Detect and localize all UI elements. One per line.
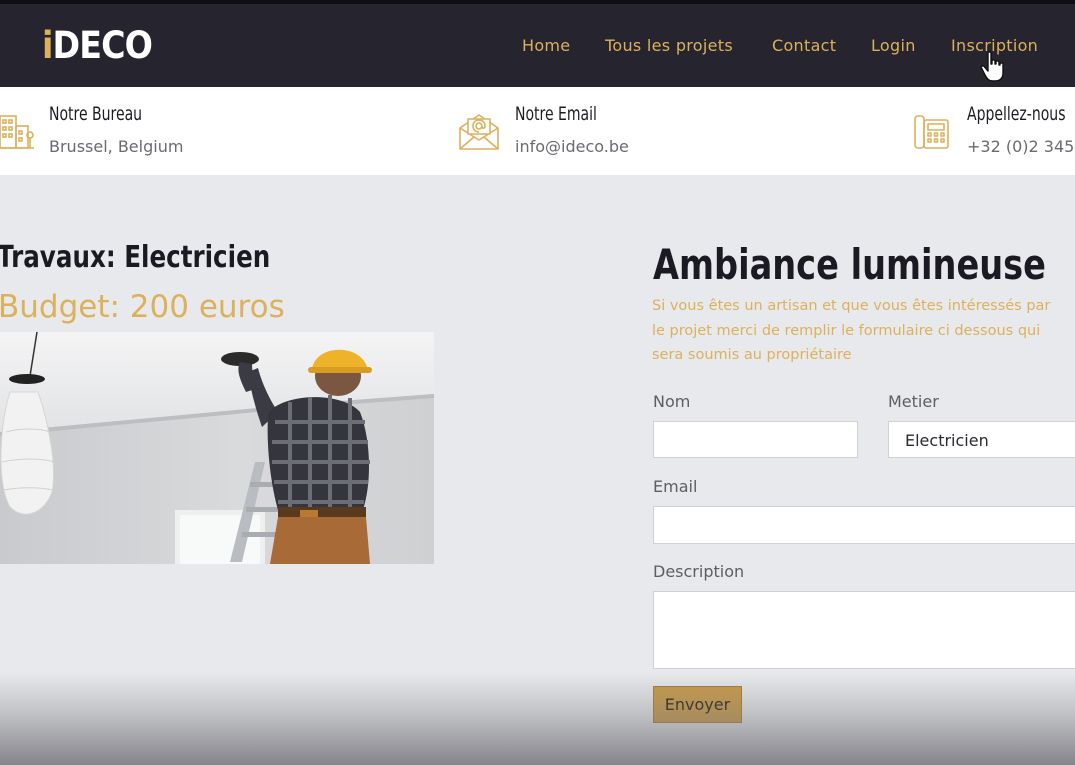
- metier-label: Metier: [888, 392, 939, 411]
- bottom-fade-overlay: [0, 672, 1075, 765]
- info-title-email: Notre Email: [515, 103, 597, 125]
- info-text-email[interactable]: info@ideco.be: [515, 137, 629, 156]
- phone-icon: [914, 115, 949, 149]
- electrician-photo: [0, 332, 434, 564]
- nav-tous-les-projets[interactable]: Tous les projets: [605, 36, 733, 55]
- nav-contact[interactable]: Contact: [772, 36, 836, 55]
- description-label: Description: [653, 562, 745, 581]
- budget-text: Budget: 200 euros: [0, 289, 285, 325]
- envoyer-button[interactable]: Envoyer: [653, 686, 742, 723]
- info-strip: Notre Bureau Brussel, Belgium Notre Emai…: [0, 87, 1075, 175]
- description-textarea[interactable]: [653, 591, 1075, 669]
- email-input[interactable]: [653, 506, 1075, 544]
- navbar: iDECO Home Tous les projets Contact Logi…: [0, 4, 1075, 87]
- email-label: Email: [653, 477, 698, 496]
- hand-cursor-icon: [980, 51, 1004, 82]
- nom-label: Nom: [653, 392, 691, 411]
- logo[interactable]: iDECO: [42, 24, 153, 67]
- nav-home[interactable]: Home: [522, 36, 570, 55]
- info-text-bureau: Brussel, Belgium: [49, 137, 184, 156]
- envelope-icon: [459, 114, 499, 150]
- metier-select[interactable]: Electricien: [888, 421, 1075, 458]
- metier-selected-value: Electricien: [905, 431, 989, 450]
- project-description: Si vous êtes un artisan et que vous êtes…: [652, 298, 1051, 363]
- building-icon: [0, 115, 34, 149]
- project-title: Ambiance lumineuse: [653, 240, 1046, 289]
- nav-login[interactable]: Login: [871, 36, 916, 55]
- info-title-bureau: Notre Bureau: [49, 103, 143, 125]
- info-title-phone: Appellez-nous: [967, 103, 1066, 125]
- info-text-phone[interactable]: +32 (0)2 345 6: [967, 137, 1075, 156]
- nom-input[interactable]: [653, 421, 858, 458]
- travaux-heading: Travaux: Electricien: [0, 240, 271, 275]
